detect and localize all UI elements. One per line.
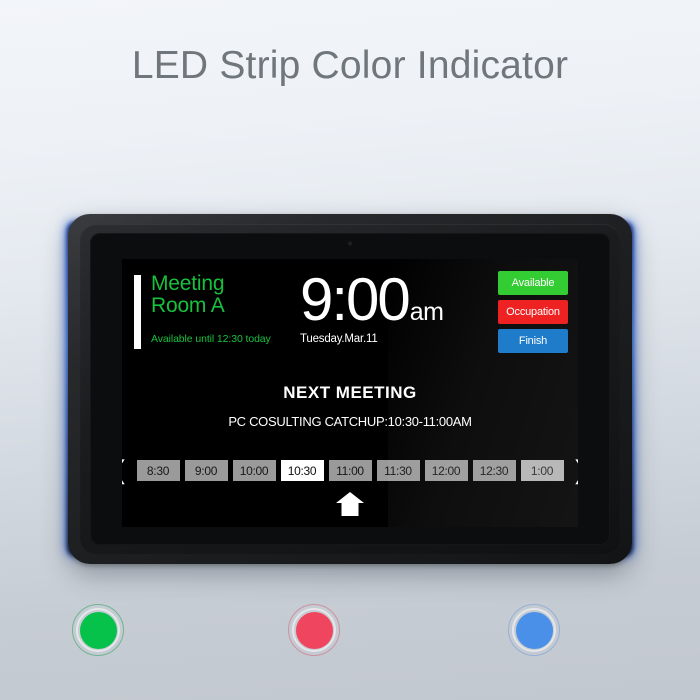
next-meeting-block: NEXT MEETING PC COSULTING CATCHUP:10:30-… <box>122 383 578 429</box>
green-indicator-dot <box>70 602 126 658</box>
chevron-left-icon[interactable]: ❮ <box>122 458 132 482</box>
tablet-device: Meeting Room A Available until 12:30 tod… <box>67 214 633 564</box>
red-indicator-core <box>295 611 333 649</box>
room-accent-bar <box>134 275 141 349</box>
next-meeting-heading: NEXT MEETING <box>283 383 417 402</box>
clock-time: 9:00 <box>300 266 411 333</box>
timeline-slot-selected[interactable]: 10:30 <box>280 460 324 481</box>
camera-icon <box>347 241 353 246</box>
blue-indicator-core <box>515 611 553 649</box>
timeline-slot[interactable]: 1:00 <box>520 460 564 481</box>
clock-date: Tuesday.Mar.11 <box>300 333 378 345</box>
clock-ampm: am <box>409 298 444 326</box>
status-button-finish[interactable]: Finish <box>498 329 568 353</box>
status-button-occupation[interactable]: Occupation <box>498 300 568 324</box>
red-indicator-dot <box>286 602 342 658</box>
room-availability-text: Available until 12:30 today <box>151 333 271 345</box>
room-name-line1: Meeting <box>151 272 225 295</box>
blue-indicator-dot <box>506 602 562 658</box>
timeline-slot-bar: ❮ 8:30 9:00 10:00 10:30 11:00 11:30 12:0… <box>122 458 579 482</box>
timeline-slot[interactable]: 12:00 <box>424 460 468 481</box>
screen-top-row: Meeting Room A Available until 12:30 tod… <box>122 269 578 373</box>
chevron-right-icon[interactable]: ❯ <box>569 458 579 482</box>
timeline-slot[interactable]: 9:00 <box>184 460 228 481</box>
next-meeting-detail: PC COSULTING CATCHUP:10:30-11:00AM <box>228 414 472 429</box>
indicator-dot-row <box>0 602 700 672</box>
status-button-available[interactable]: Available <box>498 271 568 295</box>
page-title: LED Strip Color Indicator <box>131 44 569 87</box>
timeline-slot[interactable]: 11:00 <box>328 460 372 481</box>
status-button-group: Available Occupation Finish <box>498 271 568 353</box>
green-indicator-core <box>79 611 117 649</box>
timeline-slot[interactable]: 11:30 <box>376 460 420 481</box>
device-inner-frame: Meeting Room A Available until 12:30 tod… <box>80 224 620 554</box>
timeline-slot[interactable]: 10:00 <box>232 460 276 481</box>
timeline-slot[interactable]: 12:30 <box>472 460 516 481</box>
home-icon[interactable] <box>335 491 365 517</box>
screen: Meeting Room A Available until 12:30 tod… <box>122 259 578 527</box>
timeline-slot[interactable]: 8:30 <box>136 460 180 481</box>
device-body: Meeting Room A Available until 12:30 tod… <box>68 214 632 564</box>
room-name-line2: Room A <box>151 294 225 317</box>
clock-block: 9:00 am Tuesday.Mar.11 <box>300 266 444 346</box>
room-info-block: Meeting Room A Available until 12:30 tod… <box>134 273 271 349</box>
device-bezel: Meeting Room A Available until 12:30 tod… <box>90 233 610 545</box>
